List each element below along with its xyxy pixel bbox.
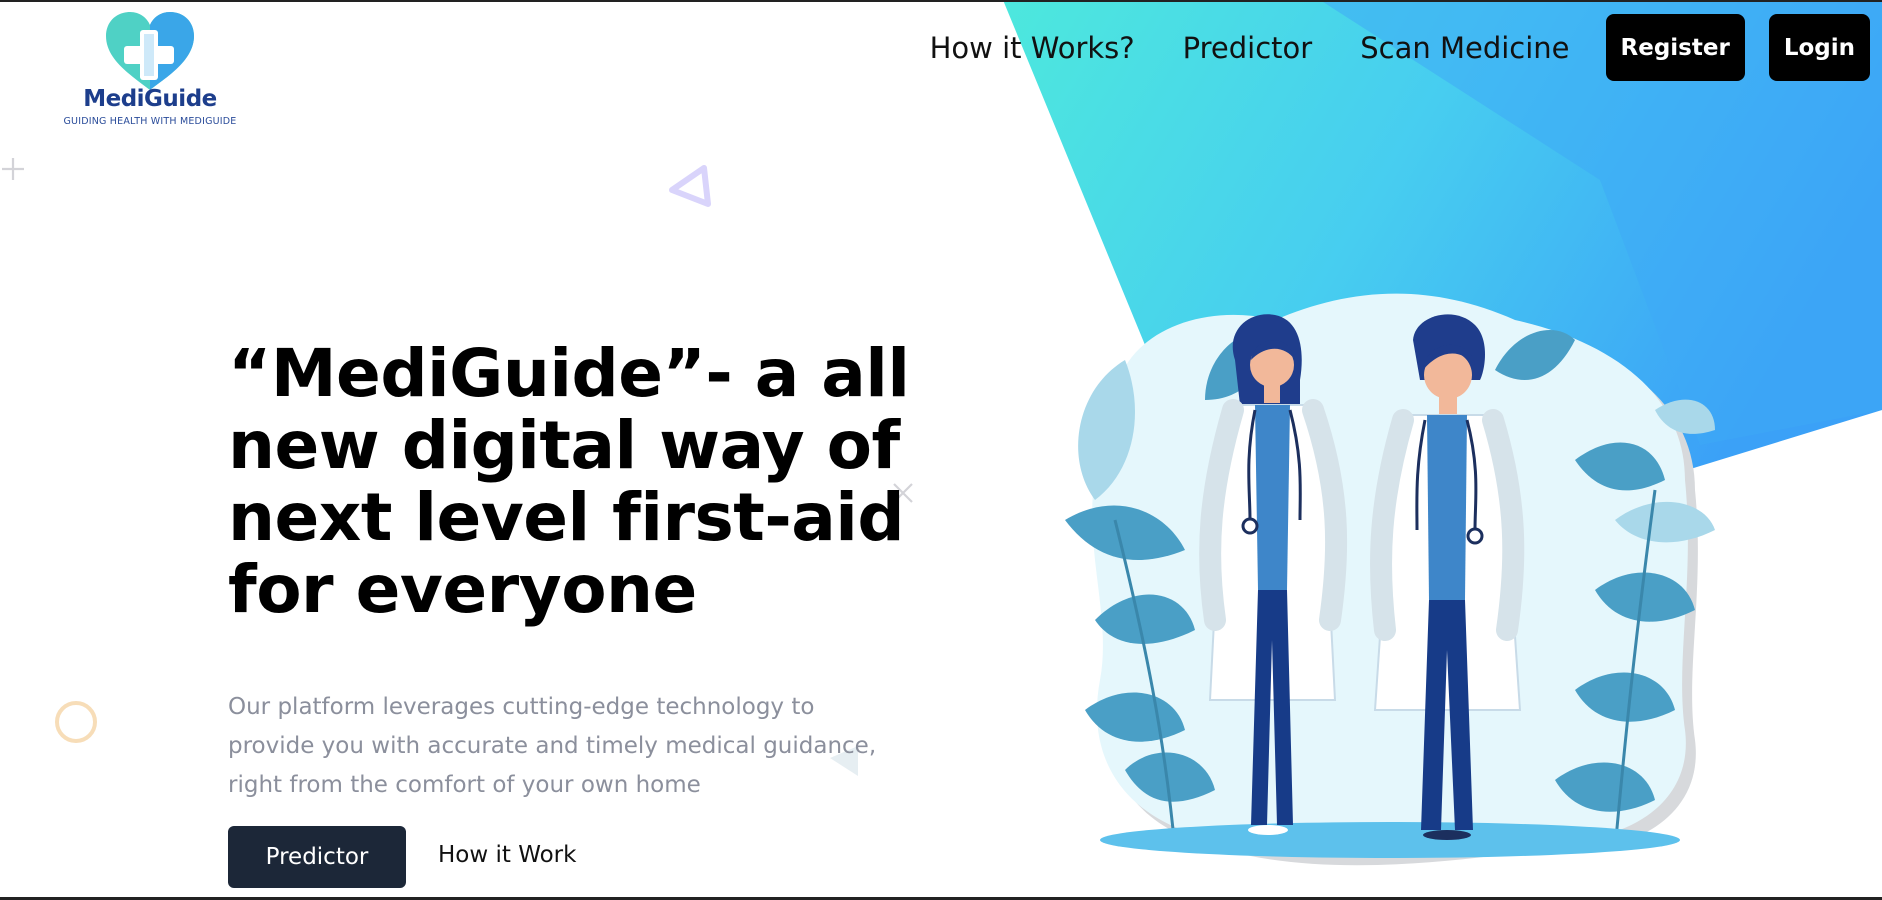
heart-cross-icon [106, 12, 194, 90]
login-button[interactable]: Login [1768, 14, 1870, 81]
two-doctors-illustration [1065, 293, 1715, 866]
triangle-icon [669, 165, 711, 207]
brand-logo[interactable]: MediGuide GUIDING HEALTH WITH MEDIGUIDE [60, 8, 240, 133]
brand-name: MediGuide [83, 86, 217, 112]
plus-icon [2, 158, 24, 180]
nav-how-it-works[interactable]: How it Works? [930, 31, 1135, 65]
top-border [0, 0, 1882, 2]
register-button[interactable]: Register [1605, 14, 1745, 81]
hero-subtitle: Our platform leverages cutting-edge tech… [228, 694, 877, 798]
how-it-work-link[interactable]: How it Work [438, 842, 576, 868]
nav-predictor[interactable]: Predictor [1183, 31, 1313, 65]
brand-tagline: GUIDING HEALTH WITH MEDIGUIDE [63, 116, 237, 127]
hero-title: “MediGuide”- a all new digital way of ne… [228, 335, 910, 628]
predictor-button[interactable]: Predictor [228, 826, 406, 888]
circle-icon [55, 701, 97, 743]
main-navigation: How it Works? Predictor Scan Medicine Re… [930, 14, 1870, 81]
nav-scan-medicine[interactable]: Scan Medicine [1360, 31, 1569, 65]
